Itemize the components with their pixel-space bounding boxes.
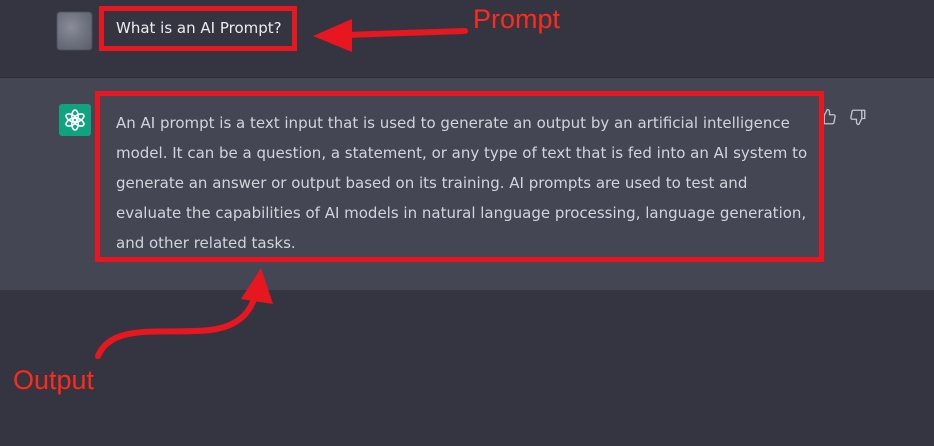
prompt-arrow [313, 19, 468, 52]
annotation-arrows [95, 19, 468, 359]
output-arrow [95, 268, 273, 359]
